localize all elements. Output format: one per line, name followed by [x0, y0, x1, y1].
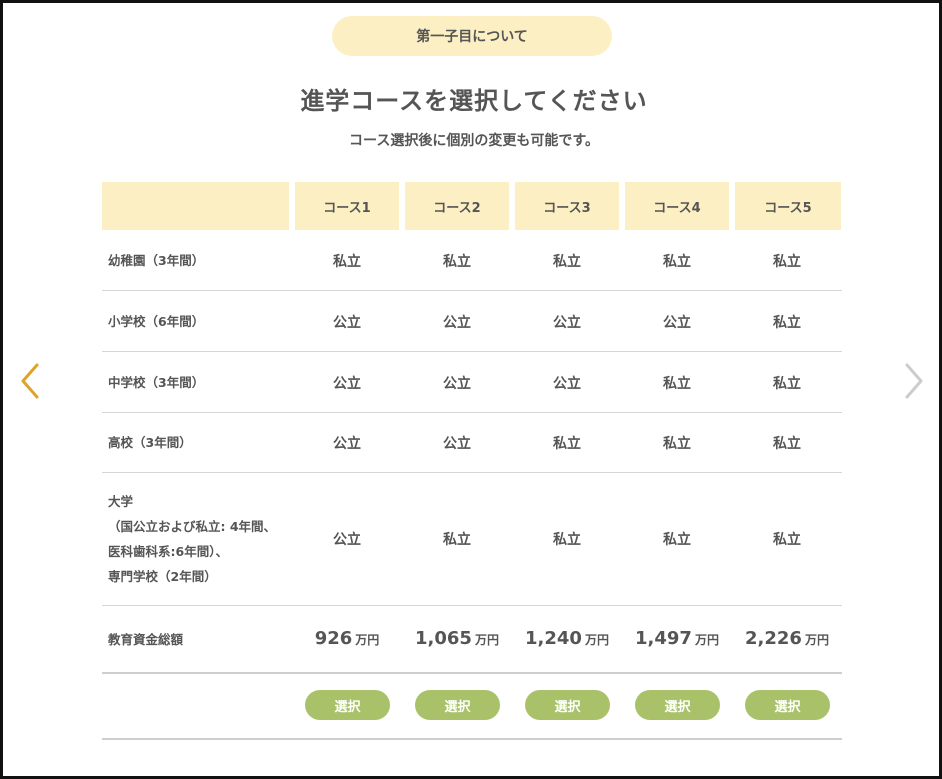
row-label-line: 専門学校（2年間） — [108, 569, 217, 584]
select-course-4-button[interactable]: 選択 — [635, 690, 720, 720]
select-course-3-button[interactable]: 選択 — [525, 690, 610, 720]
total-unit: 万円 — [804, 633, 829, 647]
table-row-university: 大学 （国公立および私立: 4年間、 医科歯科系:6年間）、 専門学校（2年間）… — [102, 473, 842, 606]
total-unit: 万円 — [694, 633, 719, 647]
chevron-left-icon — [21, 363, 39, 399]
prev-arrow-button[interactable] — [13, 361, 49, 401]
cell-value: 私立 — [773, 315, 801, 331]
next-arrow-button[interactable] — [895, 361, 931, 401]
column-header-course-3: コース3 — [515, 182, 619, 230]
cell-value: 私立 — [663, 376, 691, 392]
total-amount-cell: 2,226 万円 — [734, 628, 840, 649]
table-row-elementary: 小学校（6年間） 公立 公立 公立 公立 私立 — [102, 291, 842, 352]
row-label: 高校（3年間） — [108, 435, 192, 450]
total-amount: 1,497 — [635, 628, 692, 649]
cell-value: 私立 — [663, 532, 691, 548]
total-amount-cell: 1,065 万円 — [404, 628, 510, 649]
total-amount: 1,240 — [525, 628, 582, 649]
cell-value: 私立 — [443, 254, 471, 270]
cell-value: 私立 — [443, 532, 471, 548]
row-label-line: 大学 — [108, 494, 134, 509]
cell-value: 公立 — [333, 532, 361, 548]
total-unit: 万円 — [355, 633, 380, 647]
column-header-course-5: コース5 — [735, 182, 841, 230]
cell-value: 私立 — [333, 254, 361, 270]
column-header-course-4: コース4 — [625, 182, 729, 230]
cell-value: 公立 — [333, 436, 361, 452]
total-amount: 2,226 — [745, 628, 802, 649]
cell-value: 私立 — [553, 254, 581, 270]
row-label-line: （国公立および私立: 4年間、 — [108, 519, 277, 534]
table-row-actions: 選択 選択 選択 選択 選択 — [102, 674, 842, 740]
row-label: 幼稚園（3年間） — [108, 253, 205, 268]
select-course-1-button[interactable]: 選択 — [305, 690, 390, 720]
cell-value: 公立 — [553, 376, 581, 392]
cell-value: 私立 — [773, 254, 801, 270]
total-unit: 万円 — [584, 633, 609, 647]
row-label: 小学校（6年間） — [108, 314, 205, 329]
cell-value: 私立 — [773, 376, 801, 392]
page-subtitle: コース選択後に個別の変更も可能です。 — [349, 133, 599, 149]
chevron-right-icon — [905, 363, 923, 399]
total-amount: 1,065 — [415, 628, 472, 649]
course-selection-panel: 第一子目について 進学コースを選択してください コース選択後に個別の変更も可能で… — [0, 0, 942, 779]
table-row-high-school: 高校（3年間） 公立 公立 私立 私立 私立 — [102, 413, 842, 473]
cell-value: 私立 — [773, 532, 801, 548]
total-label: 教育資金総額 — [108, 632, 184, 647]
cell-value: 私立 — [663, 254, 691, 270]
table-row-total: 教育資金総額 926 万円 1,065 万円 1,240 万円 1,497 万円 2,2… — [102, 606, 842, 674]
cell-value: 公立 — [443, 376, 471, 392]
cell-value: 私立 — [773, 436, 801, 452]
total-amount-cell: 926 万円 — [294, 628, 400, 649]
cell-value: 公立 — [333, 315, 361, 331]
column-header-course-1: コース1 — [295, 182, 399, 230]
child-label-text: 第一子目について — [416, 29, 528, 45]
row-label: 中学校（3年間） — [108, 375, 205, 390]
total-unit: 万円 — [474, 633, 499, 647]
cell-value: 公立 — [443, 436, 471, 452]
cell-value: 公立 — [333, 376, 361, 392]
total-amount-cell: 1,497 万円 — [624, 628, 730, 649]
cell-value: 公立 — [663, 315, 691, 331]
child-label-pill: 第一子目について — [332, 16, 612, 56]
total-amount: 926 — [314, 628, 353, 649]
cell-value: 私立 — [663, 436, 691, 452]
cell-value: 私立 — [553, 532, 581, 548]
column-header-course-2: コース2 — [405, 182, 509, 230]
select-course-2-button[interactable]: 選択 — [415, 690, 500, 720]
page-title: 進学コースを選択してください — [300, 87, 648, 115]
select-course-5-button[interactable]: 選択 — [745, 690, 830, 720]
cell-value: 私立 — [553, 436, 581, 452]
row-label-line: 医科歯科系:6年間）、 — [108, 544, 228, 559]
cell-value: 公立 — [443, 315, 471, 331]
table-header-corner — [102, 182, 289, 230]
table-row-kindergarten: 幼稚園（3年間） 私立 私立 私立 私立 私立 — [102, 230, 842, 291]
table-row-junior-high: 中学校（3年間） 公立 公立 公立 私立 私立 — [102, 352, 842, 413]
row-label-university: 大学 （国公立および私立: 4年間、 医科歯科系:6年間）、 専門学校（2年間） — [108, 489, 276, 589]
cell-value: 公立 — [553, 315, 581, 331]
total-amount-cell: 1,240 万円 — [514, 628, 620, 649]
